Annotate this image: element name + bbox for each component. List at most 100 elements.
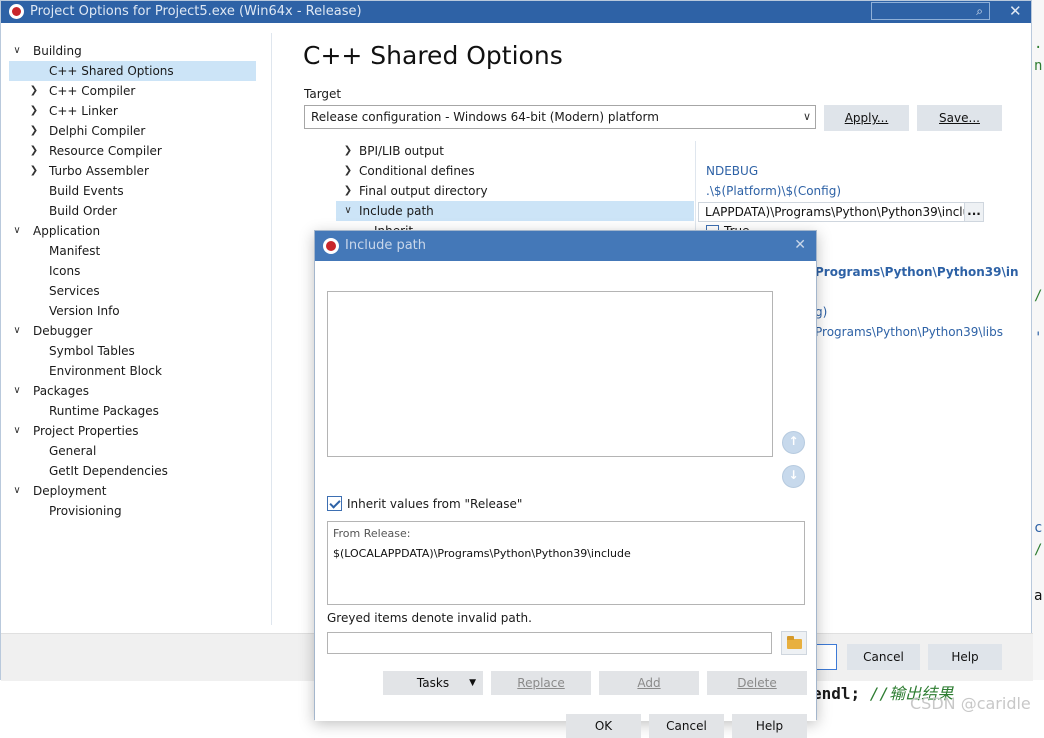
prop-row-conditional-defines[interactable]: ❯ Conditional defines (336, 161, 694, 181)
tree-item-label: Services (49, 284, 100, 298)
tree-item-label: Symbol Tables (49, 344, 135, 358)
tree-item-label: Environment Block (49, 364, 162, 378)
tree-item-build-order[interactable]: Build Order (1, 201, 256, 221)
chevron-down-icon: ∨ (344, 205, 352, 216)
save-button[interactable]: Save... (917, 105, 1002, 131)
tree-item-label: General (49, 444, 97, 458)
close-icon[interactable]: ✕ (1009, 2, 1022, 20)
tree-item-label: Debugger (33, 324, 93, 338)
dialog-ok-button[interactable]: OK (566, 714, 641, 738)
tasks-button[interactable]: Tasks ▼ (383, 671, 483, 695)
tree-item-getit-dependencies[interactable]: GetIt Dependencies (1, 461, 256, 481)
help-button[interactable]: Help (928, 644, 1002, 670)
arrow-down-icon: ↓ (788, 468, 799, 482)
tree-item-label: Deployment (33, 484, 107, 498)
tree-item-provisioning[interactable]: Provisioning (1, 501, 256, 521)
tree-item-label: C++ Shared Options (49, 64, 174, 78)
tree-item-label: C++ Compiler (49, 84, 136, 98)
chevron-right-icon: ❯ (343, 145, 353, 156)
chevron-right-icon[interactable]: ❯ (28, 141, 40, 161)
folder-icon (787, 636, 802, 649)
tree-item-deployment[interactable]: ∨ Deployment (1, 481, 256, 501)
chevron-down-icon: ∨ (802, 110, 811, 123)
search-icon: ⌕ (976, 4, 983, 18)
cancel-button[interactable]: Cancel (847, 644, 920, 670)
tree-item-build-events[interactable]: Build Events (1, 181, 256, 201)
include-path-value-field[interactable]: LAPPDATA)\Programs\Python\Python39\inclu… (698, 202, 983, 222)
prop-row-final-output-directory[interactable]: ❯ Final output directory (336, 181, 694, 201)
tree-item-label: GetIt Dependencies (49, 464, 168, 478)
tree-item-label: Application (33, 224, 101, 238)
title-search-box[interactable]: ⌕ (871, 2, 990, 20)
inherit-values-checkbox[interactable] (327, 496, 342, 511)
delete-button[interactable]: Delete (707, 671, 807, 695)
tree-item-label: Resource Compiler (49, 144, 162, 158)
from-release-label: From Release: (333, 527, 411, 540)
include-path-ellipsis-button[interactable]: ... (964, 202, 984, 222)
tree-item-label: Packages (33, 384, 89, 398)
prop-row-include-path[interactable]: ∨ Include path (336, 201, 694, 221)
tree-item-debugger[interactable]: ∨ Debugger (1, 321, 256, 341)
dialog-cancel-button[interactable]: Cancel (649, 714, 724, 738)
window-title: Project Options for Project5.exe (Win64x… (30, 4, 362, 19)
chevron-down-icon[interactable]: ∨ (11, 41, 23, 61)
target-label: Target (304, 87, 342, 101)
close-icon[interactable]: ✕ (794, 237, 806, 253)
tree-item-environment-block[interactable]: Environment Block (1, 361, 256, 381)
tree-item-label: C++ Linker (49, 104, 118, 118)
app-logo-icon (323, 238, 339, 254)
tree-item-version-info[interactable]: Version Info (1, 301, 256, 321)
path-input[interactable] (327, 632, 772, 654)
chevron-down-icon[interactable]: ∨ (11, 481, 23, 501)
chevron-right-icon[interactable]: ❯ (28, 81, 40, 101)
path-list[interactable] (327, 291, 773, 457)
tree-item-c-compiler[interactable]: ❯ C++ Compiler (1, 81, 256, 101)
tree-item-c-shared-options[interactable]: C++ Shared Options (9, 61, 256, 81)
tree-item-resource-compiler[interactable]: ❯ Resource Compiler (1, 141, 256, 161)
chevron-down-icon[interactable]: ∨ (11, 421, 23, 441)
tree-item-services[interactable]: Services (1, 281, 256, 301)
move-down-button[interactable]: ↓ (782, 465, 805, 488)
tree-item-building[interactable]: ∨ Building (1, 41, 256, 61)
chevron-down-icon[interactable]: ∨ (11, 381, 23, 401)
chevron-right-icon[interactable]: ❯ (28, 101, 40, 121)
target-select[interactable]: Release configuration - Windows 64-bit (… (304, 105, 816, 129)
arrow-up-icon: ↑ (788, 434, 799, 448)
tree-item-project-properties[interactable]: ∨ Project Properties (1, 421, 256, 441)
tree-item-label: Provisioning (49, 504, 122, 518)
tree-divider (271, 33, 272, 625)
tree-item-general[interactable]: General (1, 441, 256, 461)
from-release-box: From Release: $(LOCALAPPDATA)\Programs\P… (327, 521, 805, 605)
tree-item-label: Building (33, 44, 82, 58)
browse-folder-button[interactable] (781, 631, 807, 655)
chevron-right-icon[interactable]: ❯ (28, 161, 40, 181)
chevron-down-icon[interactable]: ∨ (11, 221, 23, 241)
tree-item-symbol-tables[interactable]: Symbol Tables (1, 341, 256, 361)
move-up-button[interactable]: ↑ (782, 431, 805, 454)
add-button[interactable]: Add (599, 671, 699, 695)
dialog-help-button[interactable]: Help (732, 714, 807, 738)
tree-item-c-linker[interactable]: ❯ C++ Linker (1, 101, 256, 121)
tree-item-packages[interactable]: ∨ Packages (1, 381, 256, 401)
tree-item-manifest[interactable]: Manifest (1, 241, 256, 261)
tree-item-delphi-compiler[interactable]: ❯ Delphi Compiler (1, 121, 256, 141)
tree-item-label: Manifest (49, 244, 101, 258)
prop-row-bpi-lib-output[interactable]: ❯ BPI/LIB output (336, 141, 694, 161)
apply-button[interactable]: Apply... (824, 105, 909, 131)
tree-item-label: Project Properties (33, 424, 139, 438)
app-logo-icon (9, 4, 24, 19)
tree-item-icons[interactable]: Icons (1, 261, 256, 281)
inherit-values-label: Inherit values from "Release" (347, 497, 523, 511)
title-bar: Project Options for Project5.exe (Win64x… (1, 1, 1031, 23)
chevron-down-icon[interactable]: ∨ (11, 321, 23, 341)
partial-value-include-path: Programs\Python\Python39\in (815, 265, 1019, 279)
partial-value-library-path: Programs\Python\Python39\libs (815, 325, 1004, 339)
tree-item-application[interactable]: ∨ Application (1, 221, 256, 241)
tree-item-label: Build Events (49, 184, 124, 198)
tree-item-runtime-packages[interactable]: Runtime Packages (1, 401, 256, 421)
replace-button[interactable]: Replace (491, 671, 591, 695)
dialog-title: Include path (345, 238, 427, 253)
dialog-body: ↑ ↓ Inherit values from "Release" From R… (315, 261, 816, 738)
tree-item-turbo-assembler[interactable]: ❯ Turbo Assembler (1, 161, 256, 181)
chevron-right-icon[interactable]: ❯ (28, 121, 40, 141)
